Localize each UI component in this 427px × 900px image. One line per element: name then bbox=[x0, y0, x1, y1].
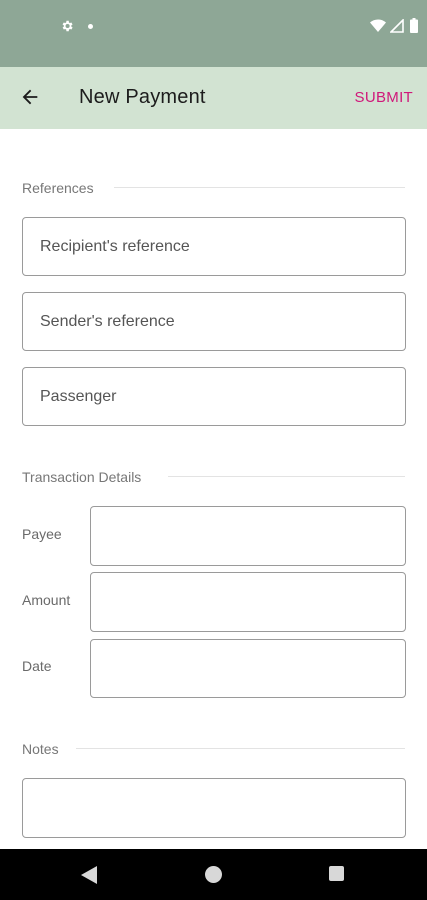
recipients-reference-field[interactable]: Recipient's reference bbox=[22, 217, 406, 276]
back-triangle-icon[interactable] bbox=[80, 865, 98, 885]
amount-label: Amount bbox=[22, 592, 71, 608]
cell-signal-icon bbox=[390, 19, 404, 33]
date-label: Date bbox=[22, 658, 52, 674]
section-label-transaction-details: Transaction Details bbox=[22, 469, 142, 485]
gear-icon bbox=[62, 20, 73, 32]
divider bbox=[76, 748, 405, 749]
battery-icon bbox=[410, 18, 418, 33]
date-field[interactable] bbox=[90, 639, 406, 698]
divider bbox=[114, 187, 405, 188]
divider bbox=[168, 476, 405, 477]
status-bar bbox=[0, 0, 427, 67]
arrow-left-icon bbox=[22, 89, 38, 105]
senders-reference-field[interactable]: Sender's reference bbox=[22, 292, 406, 351]
amount-field[interactable] bbox=[90, 572, 406, 632]
payee-label: Payee bbox=[22, 526, 62, 542]
section-label-notes: Notes bbox=[22, 741, 59, 757]
wifi-icon bbox=[370, 19, 386, 32]
submit-button[interactable]: SUBMIT bbox=[355, 89, 413, 106]
passenger-field[interactable]: Passenger bbox=[22, 367, 406, 426]
field-hint: Recipient's reference bbox=[40, 237, 190, 255]
dot-icon bbox=[88, 24, 93, 29]
field-hint: Sender's reference bbox=[40, 312, 175, 330]
app-bar: New Payment SUBMIT bbox=[0, 67, 427, 129]
navigation-bar bbox=[0, 849, 427, 900]
page-title: New Payment bbox=[79, 86, 206, 108]
notes-field[interactable] bbox=[22, 778, 406, 838]
back-button[interactable] bbox=[14, 84, 46, 112]
recents-square-icon[interactable] bbox=[329, 866, 344, 881]
section-label-references: References bbox=[22, 180, 94, 196]
payee-field[interactable] bbox=[90, 506, 406, 566]
field-hint: Passenger bbox=[40, 387, 117, 405]
home-circle-icon[interactable] bbox=[205, 866, 222, 883]
